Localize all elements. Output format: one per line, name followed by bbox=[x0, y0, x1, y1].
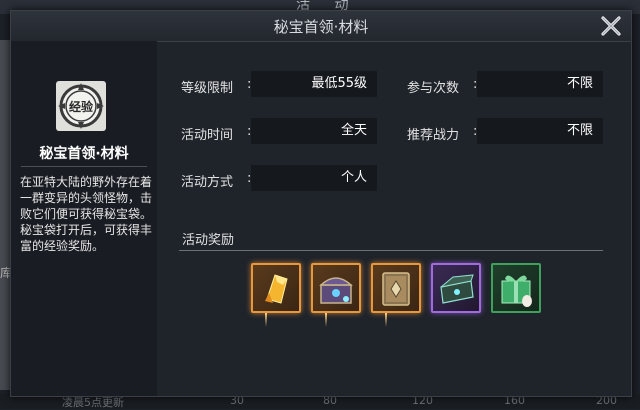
boss-name: 秘宝首领·材料 bbox=[39, 146, 129, 162]
dialog-header: 秘宝首领·材料 bbox=[11, 11, 631, 42]
gift-box-icon bbox=[501, 275, 532, 307]
jade-chest-icon bbox=[440, 274, 474, 304]
recommended-power-value: 不限 bbox=[477, 118, 603, 144]
recommended-power-label: 推荐战力 bbox=[407, 128, 460, 143]
experience-badge: 经验 bbox=[56, 81, 106, 131]
rewards-title: 活动奖励 bbox=[182, 233, 235, 248]
rarity-glow bbox=[265, 313, 267, 327]
participation-times-label: 参与次数 bbox=[407, 81, 460, 96]
reward-item-jade-chest[interactable] bbox=[431, 263, 481, 313]
reward-item-skill-book[interactable] bbox=[371, 263, 421, 313]
rarity-glow bbox=[325, 313, 327, 327]
rewards-divider bbox=[179, 250, 603, 251]
rarity-glow bbox=[385, 313, 387, 327]
reward-item-gold-crystal[interactable] bbox=[251, 263, 301, 313]
activity-detail-dialog: 秘宝首领·材料 经验 秘宝首领·材料 在亚特大陆的野外存在着一群变异的头领怪物，… bbox=[10, 10, 632, 397]
boss-info-panel: 经验 秘宝首领·材料 在亚特大陆的野外存在着一群变异的头领怪物，击败它们便可获得… bbox=[11, 41, 157, 396]
activity-time-label: 活动时间 bbox=[181, 128, 234, 143]
participation-times-value: 不限 bbox=[477, 71, 603, 97]
compass-icon: 经验 bbox=[58, 83, 104, 129]
badge-text: 经验 bbox=[69, 99, 94, 114]
level-limit-label: 等级限制 bbox=[181, 81, 234, 96]
activity-mode-label: 活动方式 bbox=[181, 175, 234, 190]
boss-description: 在亚特大陆的野外存在着一群变异的头领怪物，击败它们便可获得秘宝袋。秘宝袋打开后，… bbox=[20, 175, 153, 253]
activity-time-value: 全天 bbox=[251, 118, 377, 144]
level-limit-value: 最低55级 bbox=[251, 71, 377, 97]
reward-item-gift-box[interactable] bbox=[491, 263, 541, 313]
skill-book-icon bbox=[382, 272, 410, 306]
background-side-panel bbox=[0, 40, 10, 390]
activity-mode-value: 个人 bbox=[251, 165, 377, 191]
close-icon bbox=[601, 16, 621, 36]
close-button[interactable] bbox=[599, 14, 623, 38]
gold-crystal-icon bbox=[265, 274, 288, 304]
reward-item-treasure-chest[interactable] bbox=[311, 263, 361, 313]
treasure-chest-icon bbox=[319, 277, 353, 304]
dialog-title: 秘宝首领·材料 bbox=[273, 18, 369, 36]
divider bbox=[21, 166, 147, 167]
